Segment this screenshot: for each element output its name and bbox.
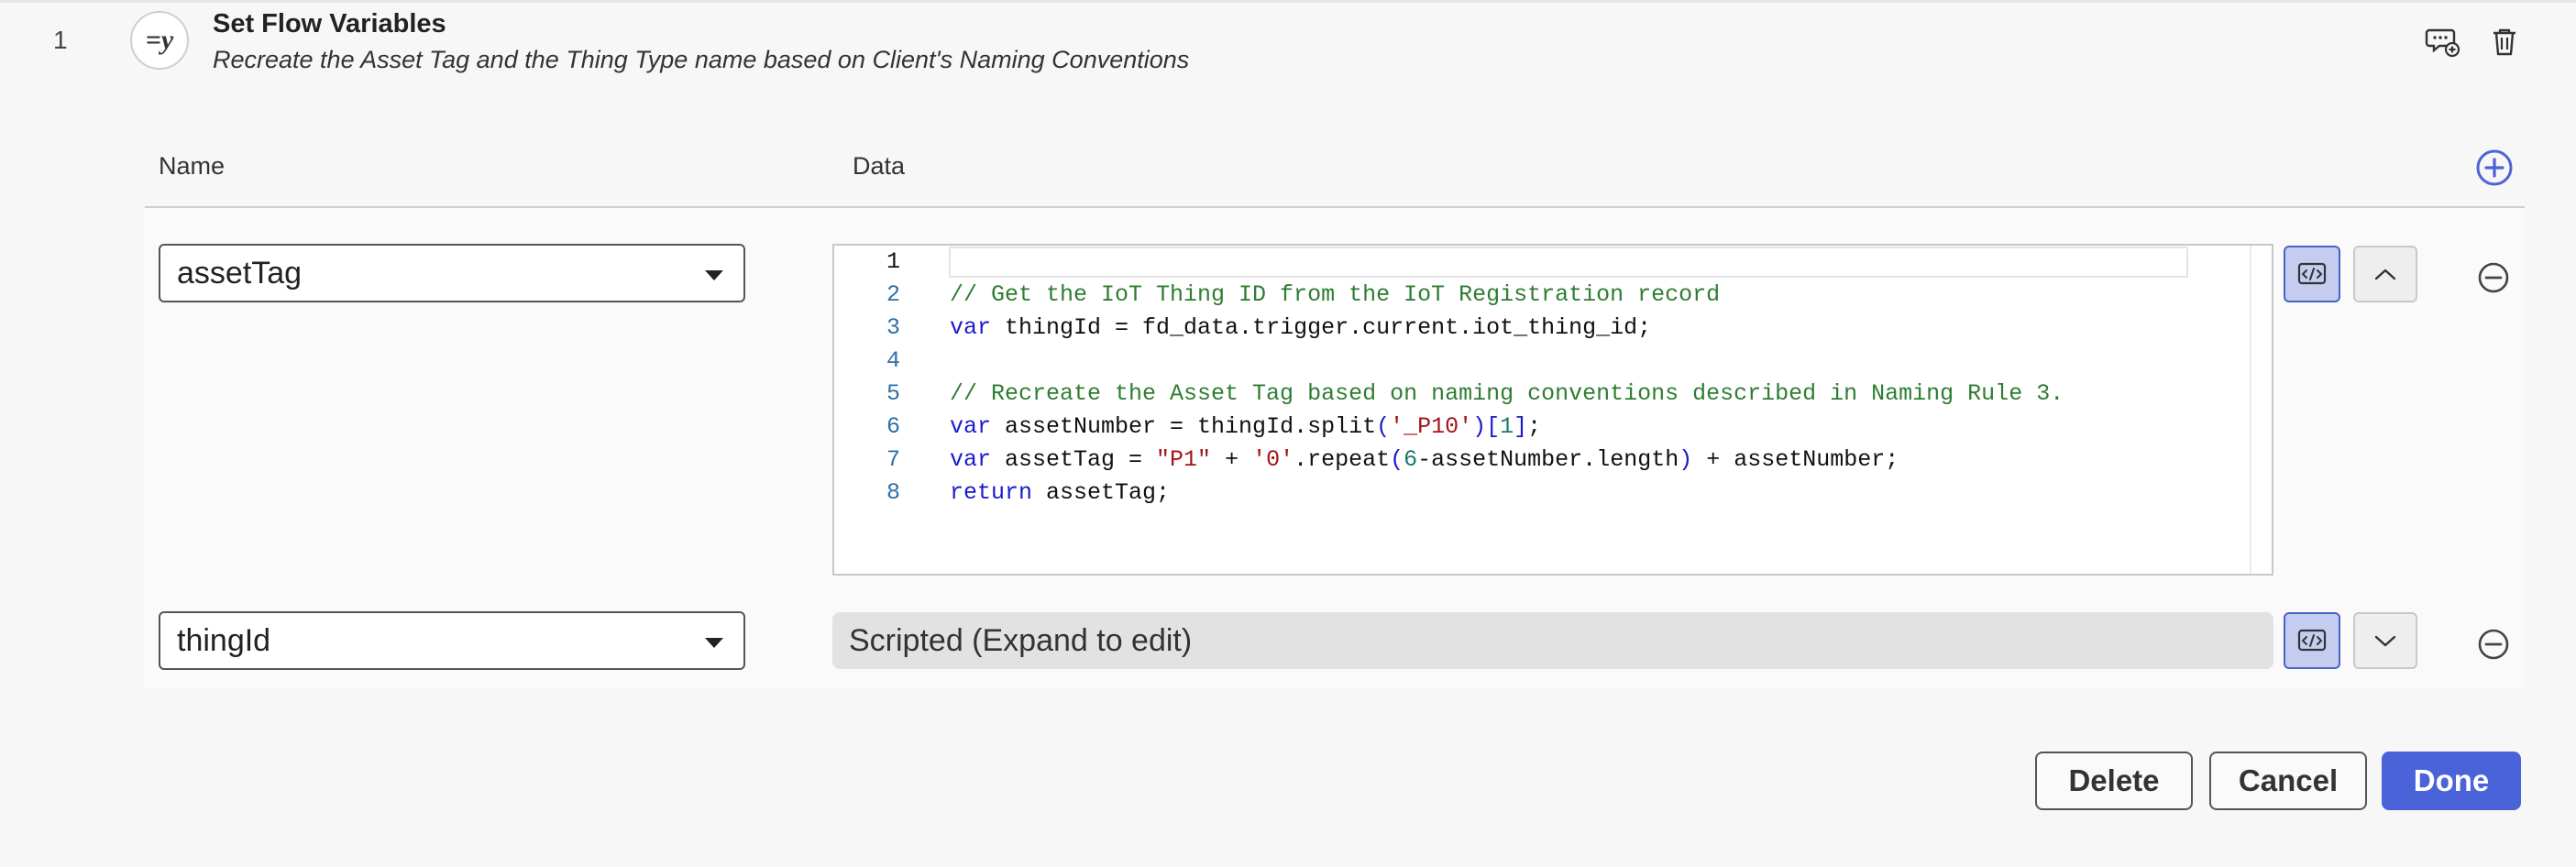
line-number: 5 [886, 380, 900, 407]
plus-circle-icon[interactable] [2475, 148, 2514, 187]
step-number: 1 [53, 26, 68, 54]
code-text: // Get the IoT Thing ID from the IoT Reg… [950, 281, 1721, 308]
code-text: return assetTag; [950, 479, 1171, 506]
minus-circle-icon[interactable] [2477, 261, 2510, 294]
step-title: Set Flow Variables [213, 9, 446, 38]
line-number: 3 [886, 314, 900, 341]
script-editor[interactable]: 1 2 // Get the IoT Thing ID from the IoT R… [832, 244, 2273, 576]
line-number: 1 [886, 248, 900, 275]
name-column-header: Name [159, 152, 226, 180]
variable-name-value: thingId [177, 622, 271, 658]
data-column-header: Data [853, 152, 906, 180]
code-line[interactable]: 8 return assetTag; [834, 477, 1170, 510]
code-text: var assetNumber = thingId.split('_P10')[… [950, 413, 1542, 440]
script-toggle-button[interactable] [2284, 246, 2340, 302]
line-number: 8 [886, 479, 900, 506]
code-line[interactable]: 3 var thingId = fd_data.trigger.current.i… [834, 312, 1651, 345]
step-description: Recreate the Asset Tag and the Thing Typ… [213, 46, 1190, 73]
active-line-highlight [949, 247, 2188, 278]
code-line[interactable]: 5 // Recreate the Asset Tag based on nami… [834, 378, 2064, 411]
script-toggle-icon [2297, 629, 2327, 652]
script-toggle-button[interactable] [2284, 612, 2340, 669]
chevron-down-icon [2374, 635, 2396, 647]
code-text: // Recreate the Asset Tag based on namin… [950, 380, 2064, 407]
code-line[interactable]: 7 var assetTag = "P1" + '0'.repeat(6-asse… [834, 444, 1899, 477]
line-number: 2 [886, 281, 900, 308]
caret-down-icon [705, 638, 723, 648]
flow-variable-icon: =y [130, 11, 189, 70]
scripted-value-field[interactable]: Scripted (Expand to edit) [832, 612, 2273, 669]
cancel-button[interactable]: Cancel [2209, 752, 2367, 810]
variable-name-value: assetTag [177, 255, 303, 291]
code-text: var thingId = fd_data.trigger.current.io… [950, 314, 1652, 341]
line-number: 7 [886, 446, 900, 473]
editor-scrollbar[interactable] [2250, 246, 2251, 574]
scripted-value-text: Scripted (Expand to edit) [849, 622, 1193, 658]
chevron-up-icon [2374, 269, 2396, 280]
code-text: var assetTag = "P1" + '0'.repeat(6-asset… [950, 446, 1899, 473]
caret-down-icon [705, 270, 723, 280]
expand-button[interactable] [2353, 612, 2417, 669]
trash-icon[interactable] [2486, 24, 2523, 60]
line-number: 6 [886, 413, 900, 440]
done-button[interactable]: Done [2382, 752, 2521, 810]
top-divider [0, 0, 2576, 3]
add-comment-icon[interactable] [2425, 24, 2461, 60]
delete-button[interactable]: Delete [2035, 752, 2193, 810]
variable-name-select[interactable]: thingId [159, 611, 745, 670]
code-line[interactable]: 2 // Get the IoT Thing ID from the IoT Re… [834, 279, 1720, 312]
collapse-button[interactable] [2353, 246, 2417, 302]
code-line[interactable]: 1 [834, 246, 900, 279]
variable-name-select[interactable]: assetTag [159, 244, 745, 302]
script-toggle-icon [2297, 262, 2327, 285]
code-line[interactable]: 6 var assetNumber = thingId.split('_P10')… [834, 411, 1541, 444]
code-line[interactable]: 4 [834, 345, 900, 378]
line-number: 4 [886, 347, 900, 374]
minus-circle-icon[interactable] [2477, 628, 2510, 661]
